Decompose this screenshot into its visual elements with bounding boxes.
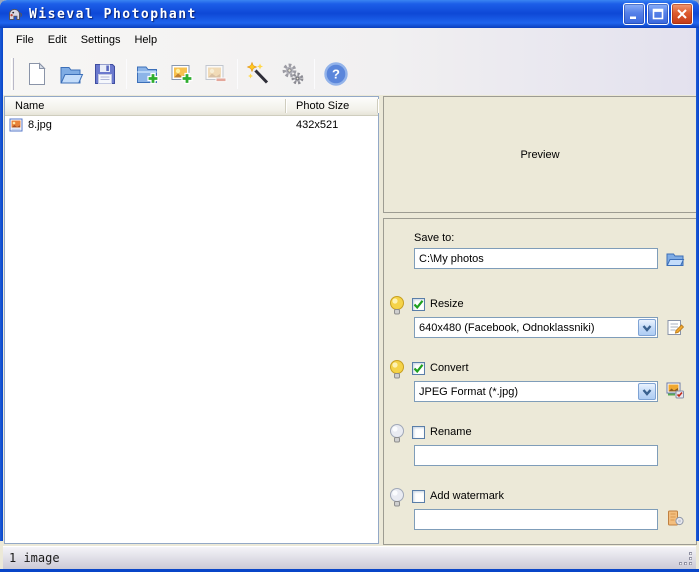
settings-gears-icon bbox=[282, 63, 304, 84]
wizard-wand-icon bbox=[246, 61, 269, 84]
maximize-button[interactable] bbox=[647, 3, 669, 25]
wizard-button[interactable] bbox=[242, 57, 276, 91]
menu-help[interactable]: Help bbox=[127, 31, 164, 49]
status-bar: 1 image bbox=[3, 546, 696, 569]
add-images-button[interactable] bbox=[165, 57, 199, 91]
save-to-label: Save to: bbox=[414, 232, 455, 244]
convert-format-dropdown[interactable]: JPEG Format (*.jpg) bbox=[414, 381, 658, 402]
bulb-on-icon bbox=[389, 295, 405, 317]
resize-label: Resize bbox=[430, 298, 464, 310]
edit-pencil-icon bbox=[667, 319, 684, 335]
remove-images-button bbox=[199, 57, 233, 91]
toolbar: ? bbox=[3, 52, 696, 95]
watermark-label: Add watermark bbox=[430, 490, 504, 502]
open-folder-icon bbox=[60, 66, 84, 83]
app-window: Wiseval Photophant File Edit Settings He… bbox=[0, 0, 699, 572]
rename-pattern-input[interactable] bbox=[414, 445, 658, 466]
new-document-icon bbox=[29, 61, 46, 85]
file-photo-size: 432x521 bbox=[296, 119, 339, 131]
menubar: File Edit Settings Help bbox=[3, 28, 696, 52]
minimize-button[interactable] bbox=[623, 3, 645, 25]
help-button[interactable]: ? bbox=[319, 57, 353, 91]
chevron-down-icon bbox=[638, 319, 656, 336]
toolbar-grip[interactable] bbox=[11, 57, 14, 90]
file-list: Name Photo Size 8.jpg 432x521 bbox=[4, 96, 379, 544]
toolbar-separator bbox=[314, 58, 315, 89]
file-list-header: Name Photo Size bbox=[5, 97, 378, 116]
content-area: Name Photo Size 8.jpg 432x521 Preview Sa… bbox=[3, 95, 697, 546]
folder-icon bbox=[666, 253, 685, 266]
column-header-photo-size[interactable]: Photo Size bbox=[286, 97, 378, 115]
resize-preset-dropdown[interactable]: 640x480 (Facebook, Odnoklassniki) bbox=[414, 317, 658, 338]
toolbar-separator bbox=[237, 58, 238, 89]
menu-edit[interactable]: Edit bbox=[41, 31, 74, 49]
svg-text:?: ? bbox=[332, 66, 340, 81]
save-button[interactable] bbox=[88, 57, 122, 91]
menu-settings[interactable]: Settings bbox=[74, 31, 128, 49]
convert-checkbox[interactable] bbox=[412, 362, 425, 375]
titlebar: Wiseval Photophant bbox=[0, 0, 699, 28]
watermark-text-input[interactable] bbox=[414, 509, 658, 530]
table-row[interactable]: 8.jpg 432x521 bbox=[5, 116, 378, 134]
open-folder-button[interactable] bbox=[54, 57, 88, 91]
rename-label: Rename bbox=[430, 426, 472, 438]
add-folder-button[interactable] bbox=[131, 57, 165, 91]
watermark-options-button[interactable] bbox=[664, 508, 686, 528]
rename-checkbox[interactable] bbox=[412, 426, 425, 439]
elephant-app-icon bbox=[7, 6, 24, 23]
resize-grip[interactable] bbox=[679, 552, 694, 567]
chrome-area: File Edit Settings Help ? bbox=[3, 28, 696, 95]
settings-button[interactable] bbox=[276, 57, 310, 91]
options-panel: Save to: Resize 640x48 bbox=[383, 218, 697, 545]
file-list-body: 8.jpg 432x521 bbox=[5, 116, 378, 543]
save-icon bbox=[95, 63, 115, 84]
watermark-checkbox[interactable] bbox=[412, 490, 425, 503]
resize-checkbox[interactable] bbox=[412, 298, 425, 311]
browse-folder-button[interactable] bbox=[664, 249, 686, 269]
edit-presets-button[interactable] bbox=[664, 317, 686, 337]
window-frame-left bbox=[0, 0, 3, 541]
remove-images-icon bbox=[205, 64, 227, 82]
bulb-on-icon bbox=[389, 359, 405, 381]
close-button[interactable] bbox=[671, 3, 693, 25]
add-folder-icon bbox=[137, 66, 159, 84]
resize-preset-value: 640x480 (Facebook, Odnoklassniki) bbox=[419, 321, 595, 334]
preview-panel: Preview bbox=[383, 96, 697, 213]
bulb-off-icon bbox=[389, 423, 405, 445]
add-images-icon bbox=[171, 64, 193, 84]
convert-settings-button[interactable] bbox=[664, 380, 686, 400]
menu-file[interactable]: File bbox=[9, 31, 41, 49]
image-file-icon bbox=[9, 118, 24, 132]
save-to-input[interactable] bbox=[414, 248, 658, 269]
chevron-down-icon bbox=[638, 383, 656, 400]
watermark-stamp-icon bbox=[667, 510, 684, 526]
preview-label: Preview bbox=[520, 148, 560, 161]
help-icon: ? bbox=[324, 61, 348, 86]
window-title: Wiseval Photophant bbox=[29, 6, 197, 22]
file-name: 8.jpg bbox=[28, 119, 52, 131]
new-document-button[interactable] bbox=[20, 57, 54, 91]
convert-format-value: JPEG Format (*.jpg) bbox=[419, 385, 519, 398]
bulb-off-icon bbox=[389, 487, 405, 509]
status-text: 1 image bbox=[9, 551, 60, 565]
toolbar-separator bbox=[126, 58, 127, 89]
convert-label: Convert bbox=[430, 362, 469, 374]
image-settings-icon bbox=[666, 382, 684, 399]
column-header-name[interactable]: Name bbox=[5, 97, 286, 115]
